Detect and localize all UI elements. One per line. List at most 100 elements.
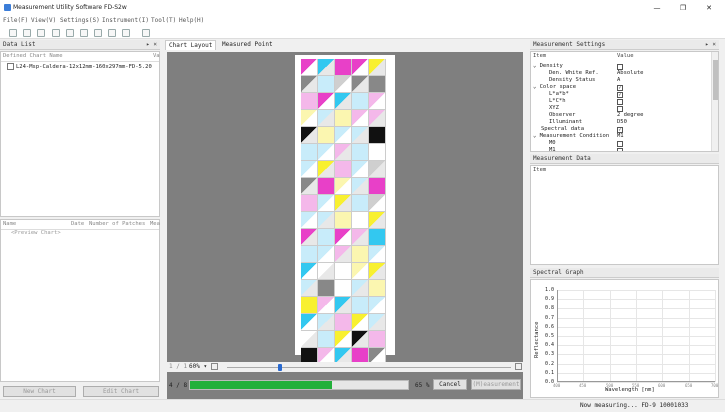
color-patch[interactable] xyxy=(318,59,335,76)
zoom-select[interactable]: 60% ▾ xyxy=(189,363,207,370)
menu-help[interactable]: Help(H) xyxy=(179,17,204,24)
menu-view[interactable]: View(V) xyxy=(31,17,56,24)
color-patch[interactable] xyxy=(301,76,318,93)
color-patch[interactable] xyxy=(369,127,386,144)
menu-settings[interactable]: Settings(S) xyxy=(60,17,100,24)
color-patch[interactable] xyxy=(352,93,369,110)
new-chart-button[interactable]: New Chart xyxy=(3,386,76,397)
color-patch[interactable] xyxy=(301,93,318,110)
settings-row[interactable]: ⌄ Color space xyxy=(533,84,576,91)
color-patch[interactable] xyxy=(301,59,318,76)
settings-row[interactable]: L*a*b* xyxy=(549,91,569,98)
color-patch[interactable] xyxy=(318,314,335,331)
color-patch[interactable] xyxy=(318,280,335,297)
measurement-button[interactable]: (M)easurement xyxy=(471,379,521,390)
help-icon[interactable] xyxy=(122,29,130,37)
chart-item[interactable]: L24-Msp-Caldera-12x12mm-160x297mm-FD-5.2… xyxy=(7,63,159,70)
color-patch[interactable] xyxy=(352,110,369,127)
settings-row[interactable]: M0 xyxy=(549,140,556,147)
settings-row[interactable]: M1 xyxy=(549,147,556,151)
color-patch[interactable] xyxy=(352,59,369,76)
settings-row[interactable]: Density Status xyxy=(549,77,595,84)
color-patch[interactable] xyxy=(352,161,369,178)
color-patch[interactable] xyxy=(301,229,318,246)
color-patch[interactable] xyxy=(301,212,318,229)
gear-icon[interactable] xyxy=(66,29,74,37)
color-patch[interactable] xyxy=(369,212,386,229)
menu-tool[interactable]: Tool(T) xyxy=(151,17,176,24)
color-patch[interactable] xyxy=(335,331,352,348)
color-patch[interactable] xyxy=(301,314,318,331)
tab-measured-point[interactable]: Measured Point xyxy=(219,40,276,49)
color-patch[interactable] xyxy=(301,331,318,348)
pin-icon[interactable]: ▸ × xyxy=(705,40,716,49)
color-patch[interactable] xyxy=(369,229,386,246)
edit-chart-button[interactable]: Edit Chart xyxy=(83,386,159,397)
color-patch[interactable] xyxy=(369,110,386,127)
new-file-icon[interactable] xyxy=(9,29,17,37)
color-patch[interactable] xyxy=(352,331,369,348)
settings-row[interactable]: Den. White Ref. xyxy=(549,70,599,77)
color-patch[interactable] xyxy=(335,314,352,331)
color-patch[interactable] xyxy=(352,314,369,331)
color-patch[interactable] xyxy=(352,127,369,144)
color-patch[interactable] xyxy=(335,110,352,127)
color-patch[interactable] xyxy=(335,144,352,161)
color-patch[interactable] xyxy=(369,263,386,280)
color-patch[interactable] xyxy=(318,297,335,314)
color-patch[interactable] xyxy=(369,59,386,76)
color-patch[interactable] xyxy=(301,110,318,127)
color-patch[interactable] xyxy=(352,263,369,280)
settings-checkbox[interactable]: ✓ xyxy=(617,85,623,91)
color-patch[interactable] xyxy=(369,280,386,297)
color-patch[interactable] xyxy=(318,76,335,93)
color-patch[interactable] xyxy=(369,314,386,331)
settings-checkbox[interactable] xyxy=(617,141,623,147)
color-patch[interactable] xyxy=(335,263,352,280)
color-patch[interactable] xyxy=(369,331,386,348)
color-patch[interactable] xyxy=(369,161,386,178)
color-patch[interactable] xyxy=(352,76,369,93)
settings-row[interactable]: ⌄ Measurement Condition xyxy=(533,133,609,140)
col-name[interactable]: Name xyxy=(3,221,16,228)
zoom-in-icon[interactable] xyxy=(515,363,522,370)
color-patch[interactable] xyxy=(369,246,386,263)
color-patch[interactable] xyxy=(335,59,352,76)
color-patch[interactable] xyxy=(352,280,369,297)
color-patch[interactable] xyxy=(335,161,352,178)
color-patch[interactable] xyxy=(352,212,369,229)
zoom-slider-track[interactable] xyxy=(227,367,511,368)
cancel-button[interactable]: Cancel xyxy=(433,379,467,390)
settings-row[interactable]: L*C*h xyxy=(549,98,566,105)
color-patch[interactable] xyxy=(369,297,386,314)
settings-row[interactable]: Observer xyxy=(549,112,576,119)
expand-chevron-icon[interactable]: ⌄ xyxy=(533,63,540,69)
settings-checkbox[interactable] xyxy=(617,99,623,105)
color-patch[interactable] xyxy=(318,263,335,280)
pin-icon[interactable]: ▸ × xyxy=(146,40,157,49)
color-patch[interactable] xyxy=(352,246,369,263)
color-patch[interactable] xyxy=(318,127,335,144)
color-patch[interactable] xyxy=(301,246,318,263)
color-patch[interactable] xyxy=(335,178,352,195)
color-patch[interactable] xyxy=(318,93,335,110)
color-patch[interactable] xyxy=(318,178,335,195)
color-patch[interactable] xyxy=(335,280,352,297)
expand-chevron-icon[interactable]: ⌄ xyxy=(533,133,540,139)
color-patch[interactable] xyxy=(335,76,352,93)
instrument-icon[interactable] xyxy=(94,29,102,37)
color-patch[interactable] xyxy=(318,110,335,127)
color-patch[interactable] xyxy=(301,161,318,178)
color-patch[interactable] xyxy=(335,127,352,144)
color-patch[interactable] xyxy=(352,229,369,246)
color-patch[interactable] xyxy=(335,212,352,229)
close-button[interactable]: ✕ xyxy=(698,2,720,14)
color-patch[interactable] xyxy=(318,246,335,263)
scrollbar-thumb[interactable] xyxy=(713,60,718,100)
color-patch[interactable] xyxy=(301,297,318,314)
color-patch[interactable] xyxy=(352,195,369,212)
col-mea[interactable]: Mea xyxy=(150,221,160,228)
color-patch[interactable] xyxy=(369,195,386,212)
zoom-slider-thumb[interactable] xyxy=(278,364,282,371)
color-patch[interactable] xyxy=(369,144,386,161)
